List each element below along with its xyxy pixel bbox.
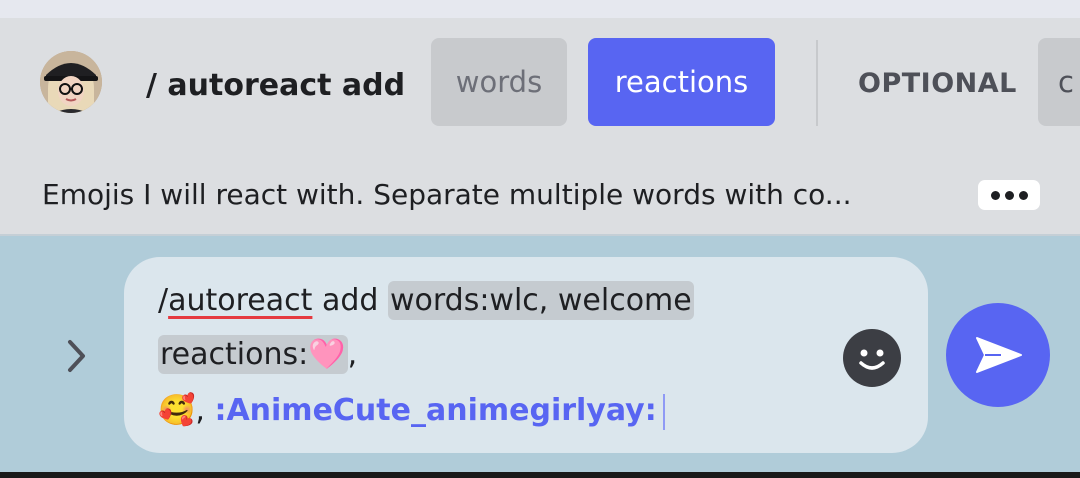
chip-divider — [816, 40, 818, 126]
more-button[interactable] — [978, 180, 1040, 210]
reactions-argument[interactable]: reactions:🩷 — [158, 335, 348, 374]
bottom-strip — [0, 472, 1080, 478]
option-description: Emojis I will react with. Separate multi… — [42, 178, 852, 211]
separator: , — [195, 393, 205, 428]
option-chip-partial[interactable]: c — [1038, 38, 1080, 126]
command-rest: add — [312, 283, 388, 318]
reactions-key: reactions: — [160, 337, 309, 372]
message-line-2: reactions:🩷, — [158, 335, 358, 374]
slash-char: / — [158, 283, 169, 318]
custom-emoji-text: :AnimeCute_animegirlyay: — [214, 393, 657, 428]
smiling-face-emoji: 🥰 — [158, 393, 196, 428]
command-word: autoreact — [168, 283, 313, 318]
ellipsis-icon — [1004, 190, 1014, 200]
optional-label: OPTIONAL — [858, 68, 1017, 99]
ellipsis-icon — [1018, 190, 1028, 200]
message-line-3: 🥰, :AnimeCute_animegirlyay: — [158, 393, 665, 430]
send-icon — [976, 337, 1022, 373]
separator: , — [347, 337, 358, 372]
top-strip — [0, 0, 1080, 18]
message-line-1: /autoreact add words:wlc, welcome — [158, 281, 694, 320]
chevron-right-icon — [68, 340, 85, 372]
words-argument[interactable]: words:wlc, welcome — [387, 281, 694, 320]
heart-emoji: 🩷 — [308, 337, 346, 372]
command-suggestion-bar: / autoreact add words reactions OPTIONAL… — [0, 18, 1080, 234]
option-chip-words[interactable]: words — [431, 38, 567, 126]
send-button[interactable] — [946, 303, 1050, 407]
command-name: / autoreact add — [146, 68, 406, 103]
expand-button[interactable] — [50, 330, 102, 382]
emoji-button[interactable] — [843, 329, 901, 387]
text-caret — [662, 393, 665, 430]
user-avatar — [40, 51, 102, 113]
emoji-icon — [859, 349, 885, 370]
ellipsis-icon — [990, 190, 1000, 200]
option-chip-reactions[interactable]: reactions — [588, 38, 775, 126]
